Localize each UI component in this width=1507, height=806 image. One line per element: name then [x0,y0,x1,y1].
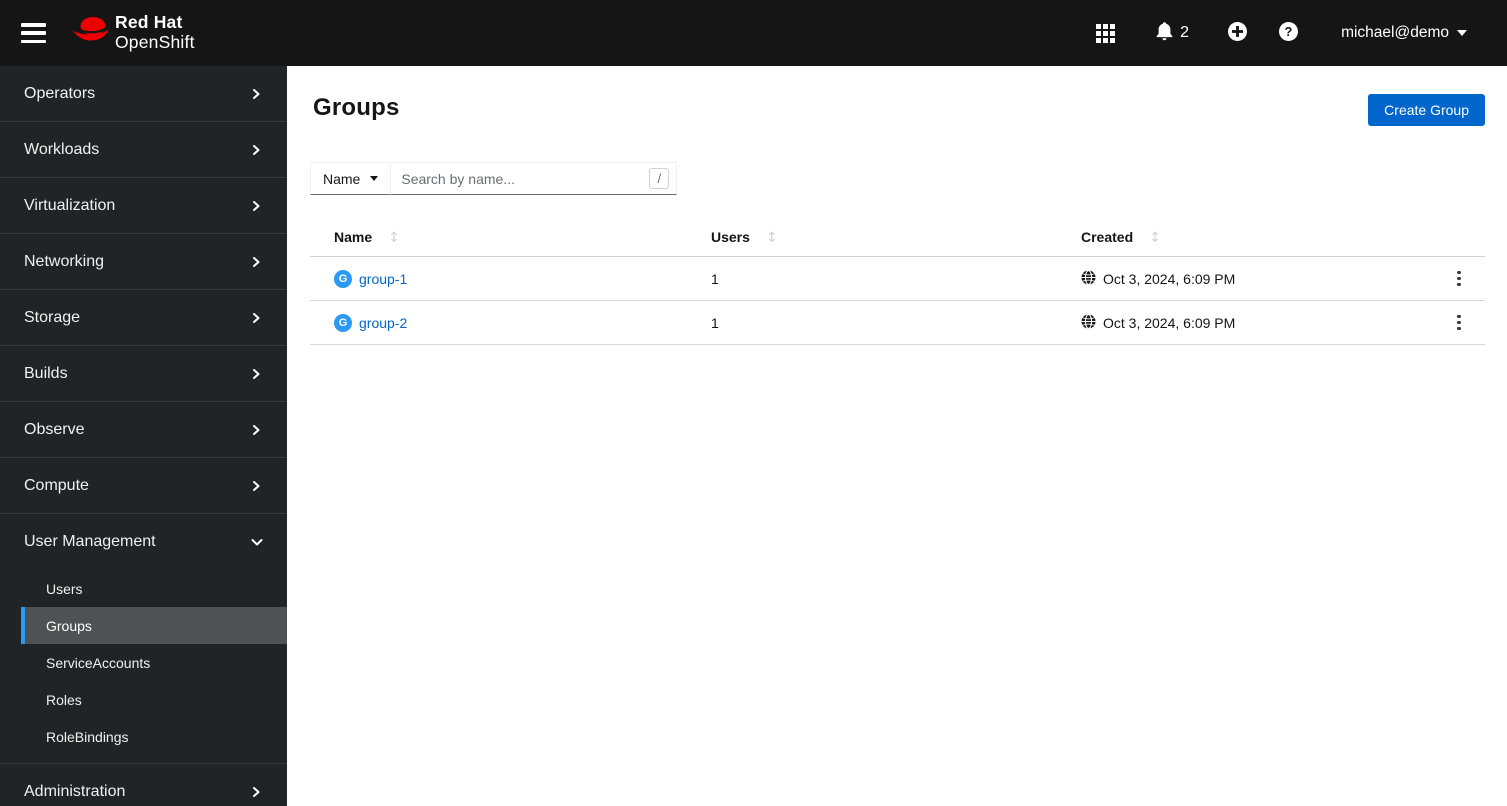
sidebar-item-groups[interactable]: Groups [21,607,287,644]
created-timestamp: Oct 3, 2024, 6:09 PM [1103,270,1236,287]
sidebar-item-storage[interactable]: Storage [0,290,287,346]
sidebar-item-label: User Management [24,533,156,550]
sidebar-item-label: Workloads [24,140,100,158]
sidebar-item-builds[interactable]: Builds [0,346,287,402]
masthead-toolbar: 2 ? michael@demo [1096,21,1507,46]
user-menu-button[interactable]: michael@demo [1341,24,1467,42]
sort-icon[interactable]: ↕ [1149,230,1161,246]
column-header-users[interactable]: Users ↕ [687,221,1057,257]
sidebar-item-rolebindings[interactable]: RoleBindings [0,718,287,755]
chevron-down-icon [251,537,263,547]
table-row: G group-2 1 Oct 3, 2024, 6:09 PM [310,300,1485,345]
chevron-right-icon [251,312,261,323]
caret-down-icon [370,176,379,181]
chevron-right-icon [251,480,261,491]
notification-count: 2 [1180,24,1190,41]
sidebar-subitem-label: Roles [46,691,82,708]
created-timestamp: Oct 3, 2024, 6:09 PM [1103,314,1236,331]
redhat-fedora-icon [71,13,111,49]
sidebar-item-workloads[interactable]: Workloads [0,122,287,178]
help-button[interactable]: ? [1278,21,1299,45]
sidebar-item-label: Administration [24,782,126,800]
column-header-created[interactable]: Created ↕ [1057,221,1433,257]
sidebar-item-label: Networking [24,252,105,270]
nav-toggle-button[interactable] [21,23,47,43]
brand-line2: OpenShift [115,32,195,52]
chevron-right-icon [251,200,261,211]
filter-group: Name / [310,162,678,195]
notifications-button[interactable]: 2 [1155,21,1189,46]
sort-icon[interactable]: ↕ [766,230,778,246]
sidebar-item-compute[interactable]: Compute [0,458,287,514]
sidebar-subitem-label: RoleBindings [46,728,129,745]
main-content: Groups Create Group Name / Name↕ U [287,66,1507,806]
sidebar-item-label: Builds [24,364,68,382]
sidebar-item-users[interactable]: Users [0,570,287,607]
table-header-row: Name ↕ Users ↕ Created ↕ [310,221,1485,257]
app-launcher-grid-icon [1096,23,1116,43]
chevron-right-icon [251,144,261,155]
table-row: G group-1 1 Oct 3, 2024, 6:09 PM [310,256,1485,301]
masthead: Red Hat OpenShift 2 ? michael@demo [0,0,1507,66]
filter-toolbar: Name / [310,162,1485,195]
bell-icon [1155,21,1174,46]
group-name-link[interactable]: group-2 [359,315,407,331]
kebab-menu-button[interactable] [1451,267,1467,291]
chevron-right-icon [251,256,261,267]
sidebar-item-operators[interactable]: Operators [0,66,287,122]
create-group-button[interactable]: Create Group [1368,94,1485,126]
svg-text:?: ? [1285,25,1293,39]
sidebar-item-administration[interactable]: Administration [0,763,287,806]
sidebar-item-observe[interactable]: Observe [0,402,287,458]
sidebar-item-virtualization[interactable]: Virtualization [0,178,287,234]
column-header-name[interactable]: Name ↕ [310,221,687,257]
filter-type-value: Name [323,170,361,187]
app-launcher-button[interactable] [1096,23,1116,43]
search-input[interactable] [391,162,678,195]
quick-create-button[interactable] [1227,21,1248,45]
chevron-right-icon [251,88,261,99]
brand-line1: Red Hat [115,12,183,33]
filter-type-dropdown[interactable]: Name [310,162,392,195]
plus-circle-icon [1227,21,1248,45]
search-shortcut-badge: / [649,168,670,189]
sidebar-item-label: Storage [24,308,81,326]
question-circle-icon: ? [1278,21,1299,45]
chevron-down-icon [1457,30,1467,36]
sidebar-nav: Operators Workloads Virtualization Netwo… [0,66,287,806]
sidebar-item-label: Virtualization [24,196,116,214]
page-header: Groups Create Group [287,66,1507,126]
chevron-right-icon [251,786,261,797]
groups-table: Name ↕ Users ↕ Created ↕ G group-1 1 Oct… [310,221,1485,345]
sidebar-item-roles[interactable]: Roles [0,681,287,718]
sidebar-item-label: Observe [24,420,85,438]
group-resource-icon: G [334,313,352,332]
username: michael@demo [1341,24,1449,41]
sidebar-item-user-management[interactable]: User Management [0,514,287,570]
globe-icon [1081,313,1096,332]
user-management-subnav: Users Groups ServiceAccounts Roles RoleB… [0,570,287,763]
sidebar-item-networking[interactable]: Networking [0,234,287,290]
sidebar-item-label: Compute [24,476,89,494]
globe-icon [1081,269,1096,288]
chevron-right-icon [251,368,261,379]
brand-logo: Red Hat OpenShift [71,13,195,52]
sidebar-subitem-label: Users [46,580,83,597]
group-name-link[interactable]: group-1 [359,271,407,287]
users-count-cell: 1 [687,256,1057,301]
sort-icon[interactable]: ↕ [388,230,400,246]
chevron-right-icon [251,424,261,435]
sidebar-item-label: Operators [24,84,96,102]
sidebar-item-serviceaccounts[interactable]: ServiceAccounts [0,644,287,681]
kebab-menu-button[interactable] [1451,311,1467,335]
column-header-actions [1433,221,1485,257]
users-count-cell: 1 [687,300,1057,345]
sidebar-subitem-label: Groups [46,617,92,634]
page-title: Groups [313,94,400,121]
sidebar-subitem-label: ServiceAccounts [46,654,151,671]
group-resource-icon: G [334,269,352,288]
